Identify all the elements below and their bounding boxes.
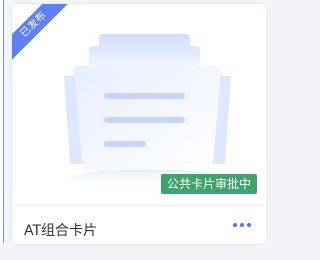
more-options-button[interactable] [229,214,255,236]
status-badge: 公共卡片审批中 [160,174,257,194]
document-stack-icon [64,34,231,189]
card-title: AT组合卡片 [24,223,98,239]
more-horizontal-icon [233,223,251,227]
adjacent-card-edge [0,0,4,243]
card-preview [12,4,267,200]
card-footer: AT组合卡片 [12,205,267,244]
combo-card[interactable]: 已发布 公共卡片审批中 AT组合卡片 [11,3,268,245]
